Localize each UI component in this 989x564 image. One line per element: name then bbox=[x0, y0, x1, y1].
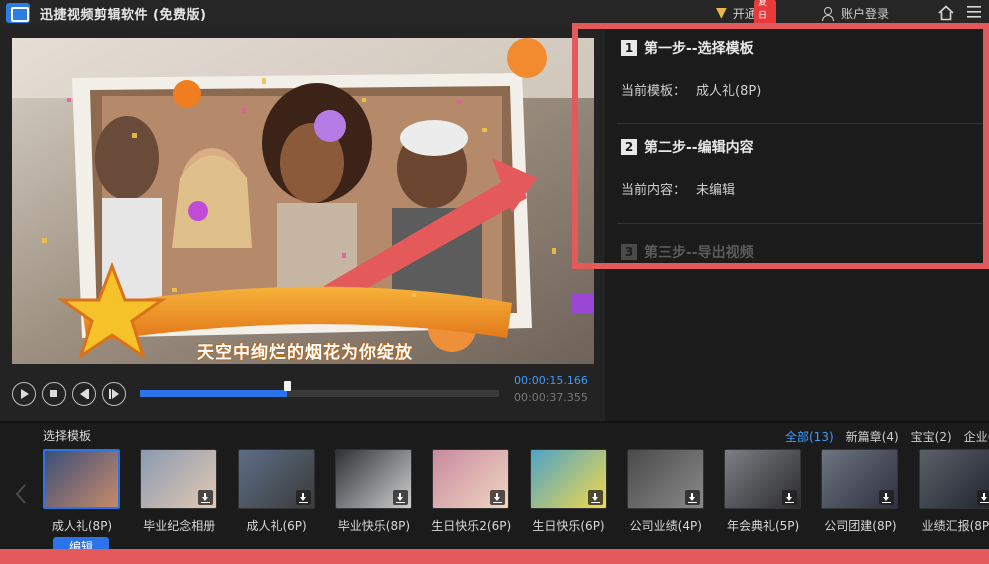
template-label[interactable]: 毕业纪念相册 bbox=[129, 517, 229, 534]
template-filter-tabs: 全部(13) 新篇章(4) 宝宝(2) 企业(7 bbox=[785, 428, 989, 445]
progress-fill bbox=[140, 390, 288, 397]
next-frame-button[interactable] bbox=[102, 382, 126, 406]
template-label[interactable]: 成人礼(8P) bbox=[32, 517, 132, 534]
template-thumbnail[interactable] bbox=[626, 449, 704, 509]
annotation-highlight-bar bbox=[0, 549, 989, 564]
template-heading: 选择模板 bbox=[43, 429, 92, 443]
total-time: 00:00:37.355 bbox=[514, 391, 588, 404]
app-logo-icon bbox=[6, 3, 30, 23]
download-icon[interactable] bbox=[587, 490, 603, 505]
vip-button[interactable]: ▼ 开通VIP 复日狂欢 bbox=[716, 0, 776, 49]
download-icon[interactable] bbox=[295, 490, 311, 505]
download-icon[interactable] bbox=[198, 490, 214, 505]
chevron-left-icon[interactable] bbox=[14, 483, 28, 505]
video-frame-image bbox=[12, 38, 594, 364]
filter-tab[interactable]: 全部(13) bbox=[785, 428, 834, 445]
template-thumbnail[interactable] bbox=[918, 449, 989, 509]
account-login-button[interactable]: 账户登录 bbox=[822, 3, 889, 23]
template-thumbnail[interactable] bbox=[821, 449, 899, 509]
download-icon[interactable] bbox=[392, 490, 408, 505]
filter-tab[interactable]: 宝宝(2) bbox=[911, 428, 952, 445]
diamond-icon: ▼ bbox=[716, 5, 727, 21]
user-icon bbox=[822, 6, 834, 21]
template-thumbnail[interactable] bbox=[724, 449, 802, 509]
template-label[interactable]: 生日快乐2(6P) bbox=[421, 517, 521, 534]
current-time: 00:00:15.166 bbox=[514, 374, 588, 387]
download-icon[interactable] bbox=[782, 490, 798, 505]
download-icon[interactable] bbox=[976, 490, 989, 505]
download-icon[interactable] bbox=[490, 490, 506, 505]
template-panel: 选择模板 全部(13) 新篇章(4) 宝宝(2) 企业(7 成人礼(8P)毕业纪念相册… bbox=[0, 421, 989, 564]
template-thumbnail[interactable] bbox=[529, 449, 607, 509]
template-label[interactable]: 公司团建(8P) bbox=[810, 517, 910, 534]
template-label[interactable]: 业绩汇报(8P) bbox=[908, 517, 989, 534]
filter-tab[interactable]: 企业(7 bbox=[964, 428, 989, 445]
app-title: 迅捷视频剪辑软件 (免费版) bbox=[40, 7, 207, 23]
home-icon[interactable] bbox=[938, 5, 954, 21]
template-label[interactable]: 成人礼(6P) bbox=[227, 517, 327, 534]
annotation-highlight-box bbox=[572, 23, 989, 269]
play-button[interactable] bbox=[12, 382, 36, 406]
download-icon[interactable] bbox=[684, 490, 700, 505]
template-label[interactable]: 生日快乐(6P) bbox=[519, 517, 619, 534]
progress-handle[interactable] bbox=[284, 381, 292, 391]
account-login-label: 账户登录 bbox=[841, 6, 890, 21]
video-player: 天空中绚烂的烟花为你绽放 00:00:15.166 00:00:37.355 bbox=[0, 26, 605, 421]
video-preview[interactable]: 天空中绚烂的烟花为你绽放 bbox=[12, 38, 594, 364]
template-thumbnail[interactable] bbox=[140, 449, 218, 509]
template-thumbnail[interactable] bbox=[334, 449, 412, 509]
template-label[interactable]: 毕业快乐(8P) bbox=[324, 517, 424, 534]
template-thumbnail[interactable] bbox=[432, 449, 510, 509]
stop-button[interactable] bbox=[42, 382, 66, 406]
progress-bar[interactable] bbox=[140, 381, 499, 397]
menu-icon[interactable] bbox=[967, 6, 981, 18]
template-label[interactable]: 公司业绩(4P) bbox=[616, 517, 716, 534]
previous-frame-button[interactable] bbox=[72, 382, 96, 406]
video-caption: 天空中绚烂的烟花为你绽放 bbox=[197, 343, 413, 363]
playback-controls: 00:00:15.166 00:00:37.355 bbox=[12, 374, 597, 411]
template-label[interactable]: 年会典礼(5P) bbox=[713, 517, 813, 534]
filter-tab[interactable]: 新篇章(4) bbox=[846, 428, 899, 445]
template-thumbnail[interactable] bbox=[237, 449, 315, 509]
template-thumbnail[interactable] bbox=[43, 449, 120, 509]
download-icon[interactable] bbox=[879, 490, 895, 505]
app-window: { "app": { "title": "迅捷视频剪辑软件 (免费版)" }, … bbox=[0, 0, 989, 564]
